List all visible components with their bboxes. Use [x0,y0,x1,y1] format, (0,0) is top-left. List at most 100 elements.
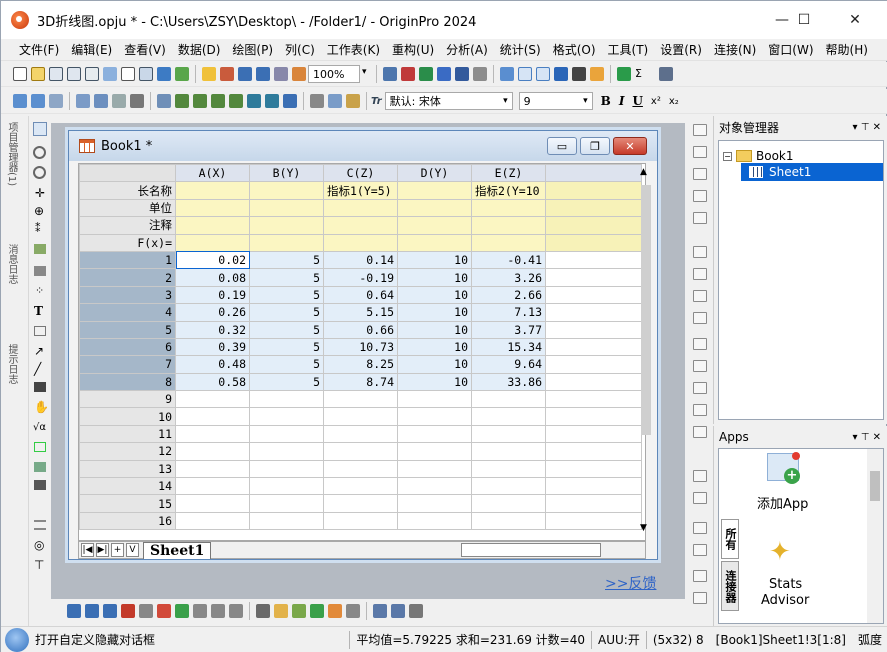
data-cell[interactable]: 2.66 [471,285,546,305]
inset-graph-icon[interactable] [34,442,46,452]
line-symbol-icon[interactable] [103,604,117,618]
column-header-E[interactable]: E(Z) [471,164,546,183]
data-cell[interactable] [175,459,250,479]
workbook-title-bar[interactable]: Book1 * ▭ ❐ ✕ [69,131,657,161]
data-cell[interactable] [397,459,472,479]
set-values-icon[interactable] [283,94,297,108]
data-cell[interactable] [175,511,250,531]
rectangle-tool-icon[interactable] [34,326,46,336]
data-cell[interactable]: 5.15 [323,303,398,322]
data-cell[interactable] [249,424,324,444]
arrange-icon[interactable] [49,94,63,108]
row-number[interactable]: 8 [79,372,176,392]
copy-icon[interactable] [328,94,342,108]
data-cell[interactable]: 10 [397,372,472,392]
panel-pin-close-icons[interactable]: ▾ ⊤ ✕ [853,122,881,133]
label-cell[interactable] [397,216,472,235]
data-cell[interactable]: 5 [249,268,324,287]
data-cell[interactable]: -0.41 [471,250,546,270]
data-cell[interactable]: 8.25 [323,355,398,374]
data-cell[interactable]: 0.64 [323,285,398,305]
snap-icon[interactable] [693,426,707,438]
label-cell[interactable]: 指标2(Y=10 [471,181,546,200]
layer-tool-icon[interactable] [34,462,46,472]
row-number[interactable]: 16 [79,511,176,531]
menu-analysis[interactable]: 分析(A) [446,41,488,58]
rotate-icon[interactable] [693,212,707,224]
panel-pin-close-icons[interactable]: ▾ ⊤ ✕ [853,432,881,443]
menu-plot[interactable]: 绘图(P) [232,41,273,58]
label-cell[interactable] [397,198,472,218]
data-cell[interactable] [397,407,472,426]
heatmap-icon[interactable] [310,604,324,618]
hand-tool-icon[interactable]: ✋ [34,400,49,414]
link-icon[interactable] [112,94,126,108]
data-cell[interactable]: 10 [397,355,472,374]
new-project-icon[interactable] [13,67,27,81]
front-icon[interactable] [693,290,707,302]
row-number[interactable]: 1 [79,250,176,270]
data-cell[interactable] [323,390,398,409]
font-size-combo[interactable]: 9 ▾ [518,92,593,110]
pin-icon[interactable] [130,94,144,108]
column-header-C[interactable]: C(Z) [323,164,398,183]
data-cell[interactable]: 0.14 [323,250,398,270]
extract-icon[interactable] [693,544,707,556]
3d-surface-icon[interactable] [274,604,288,618]
data-cell[interactable]: 10 [397,268,472,287]
group-icon[interactable] [693,246,707,258]
worksheet-grid[interactable]: A(X) B(Y) C(Z) D(Y) E(Z) 长名称 指标1(Y=5) 指标… [78,163,646,541]
workbook-window[interactable]: Book1 * ▭ ❐ ✕ A(X) B(Y) C(Z) D(Y) E(Z) 长… [68,130,658,560]
apps-gallery-icon[interactable] [590,67,604,81]
tree-item-book1[interactable]: − Book1 [723,149,794,163]
close-button[interactable]: ✕ [832,1,878,39]
label-cell[interactable] [397,181,472,200]
stats-advisor-icon[interactable]: ✦ [769,537,791,567]
data-cell[interactable] [545,285,642,305]
shape-tool-icon[interactable] [34,382,46,392]
sqrt-icon[interactable]: √α [33,422,46,433]
column-x-icon[interactable] [175,94,189,108]
data-cell[interactable]: 5 [249,372,324,392]
menu-tools[interactable]: 工具(T) [608,41,649,58]
label-cell[interactable] [175,181,250,200]
row-number[interactable]: 7 [79,355,176,374]
data-cell[interactable]: 5 [249,320,324,339]
data-cell[interactable] [545,477,642,496]
origin-assistant-icon[interactable] [5,627,29,652]
tab-all[interactable]: 所有 [721,519,739,559]
new-excel-icon[interactable] [157,67,171,81]
cut-icon[interactable] [310,94,324,108]
new-matrix-icon[interactable] [85,67,99,81]
column-plot-icon[interactable] [121,604,135,618]
distribute-h-icon[interactable] [693,382,707,394]
crosshair-icon[interactable]: ✛ [35,186,45,200]
data-cell[interactable] [323,511,398,531]
data-cell[interactable]: 0.66 [323,320,398,339]
hint-log-tab[interactable]: 提示日志 [5,344,17,394]
line-tool-icon[interactable]: ╱ [34,362,41,376]
label-cell[interactable] [249,216,324,235]
error-bar-icon[interactable] [211,604,225,618]
duplicate-icon[interactable] [455,67,469,81]
data-cell[interactable] [249,494,324,513]
forward-icon[interactable] [31,94,45,108]
data-cell[interactable] [471,424,546,444]
scroll-down-icon[interactable]: ▼ [640,523,647,533]
data-cell[interactable]: 0.02 [175,250,250,270]
data-cell[interactable] [545,372,642,392]
lock-icon[interactable]: ⊤ [34,558,44,572]
data-cell[interactable] [545,337,642,357]
row-number[interactable]: 12 [79,442,176,461]
new-function-icon[interactable] [103,67,117,81]
save-icon[interactable] [238,67,252,81]
sheet-tab-sheet1[interactable]: Sheet1 [143,541,212,559]
data-cell[interactable] [323,459,398,479]
data-cell[interactable]: 0.08 [175,268,250,287]
table-tool-icon[interactable] [34,480,46,490]
data-cell[interactable]: 5 [249,250,324,270]
data-cell[interactable] [545,303,642,322]
refresh-icon[interactable] [437,67,451,81]
contour-icon[interactable] [256,604,270,618]
template-icon[interactable] [346,604,360,618]
